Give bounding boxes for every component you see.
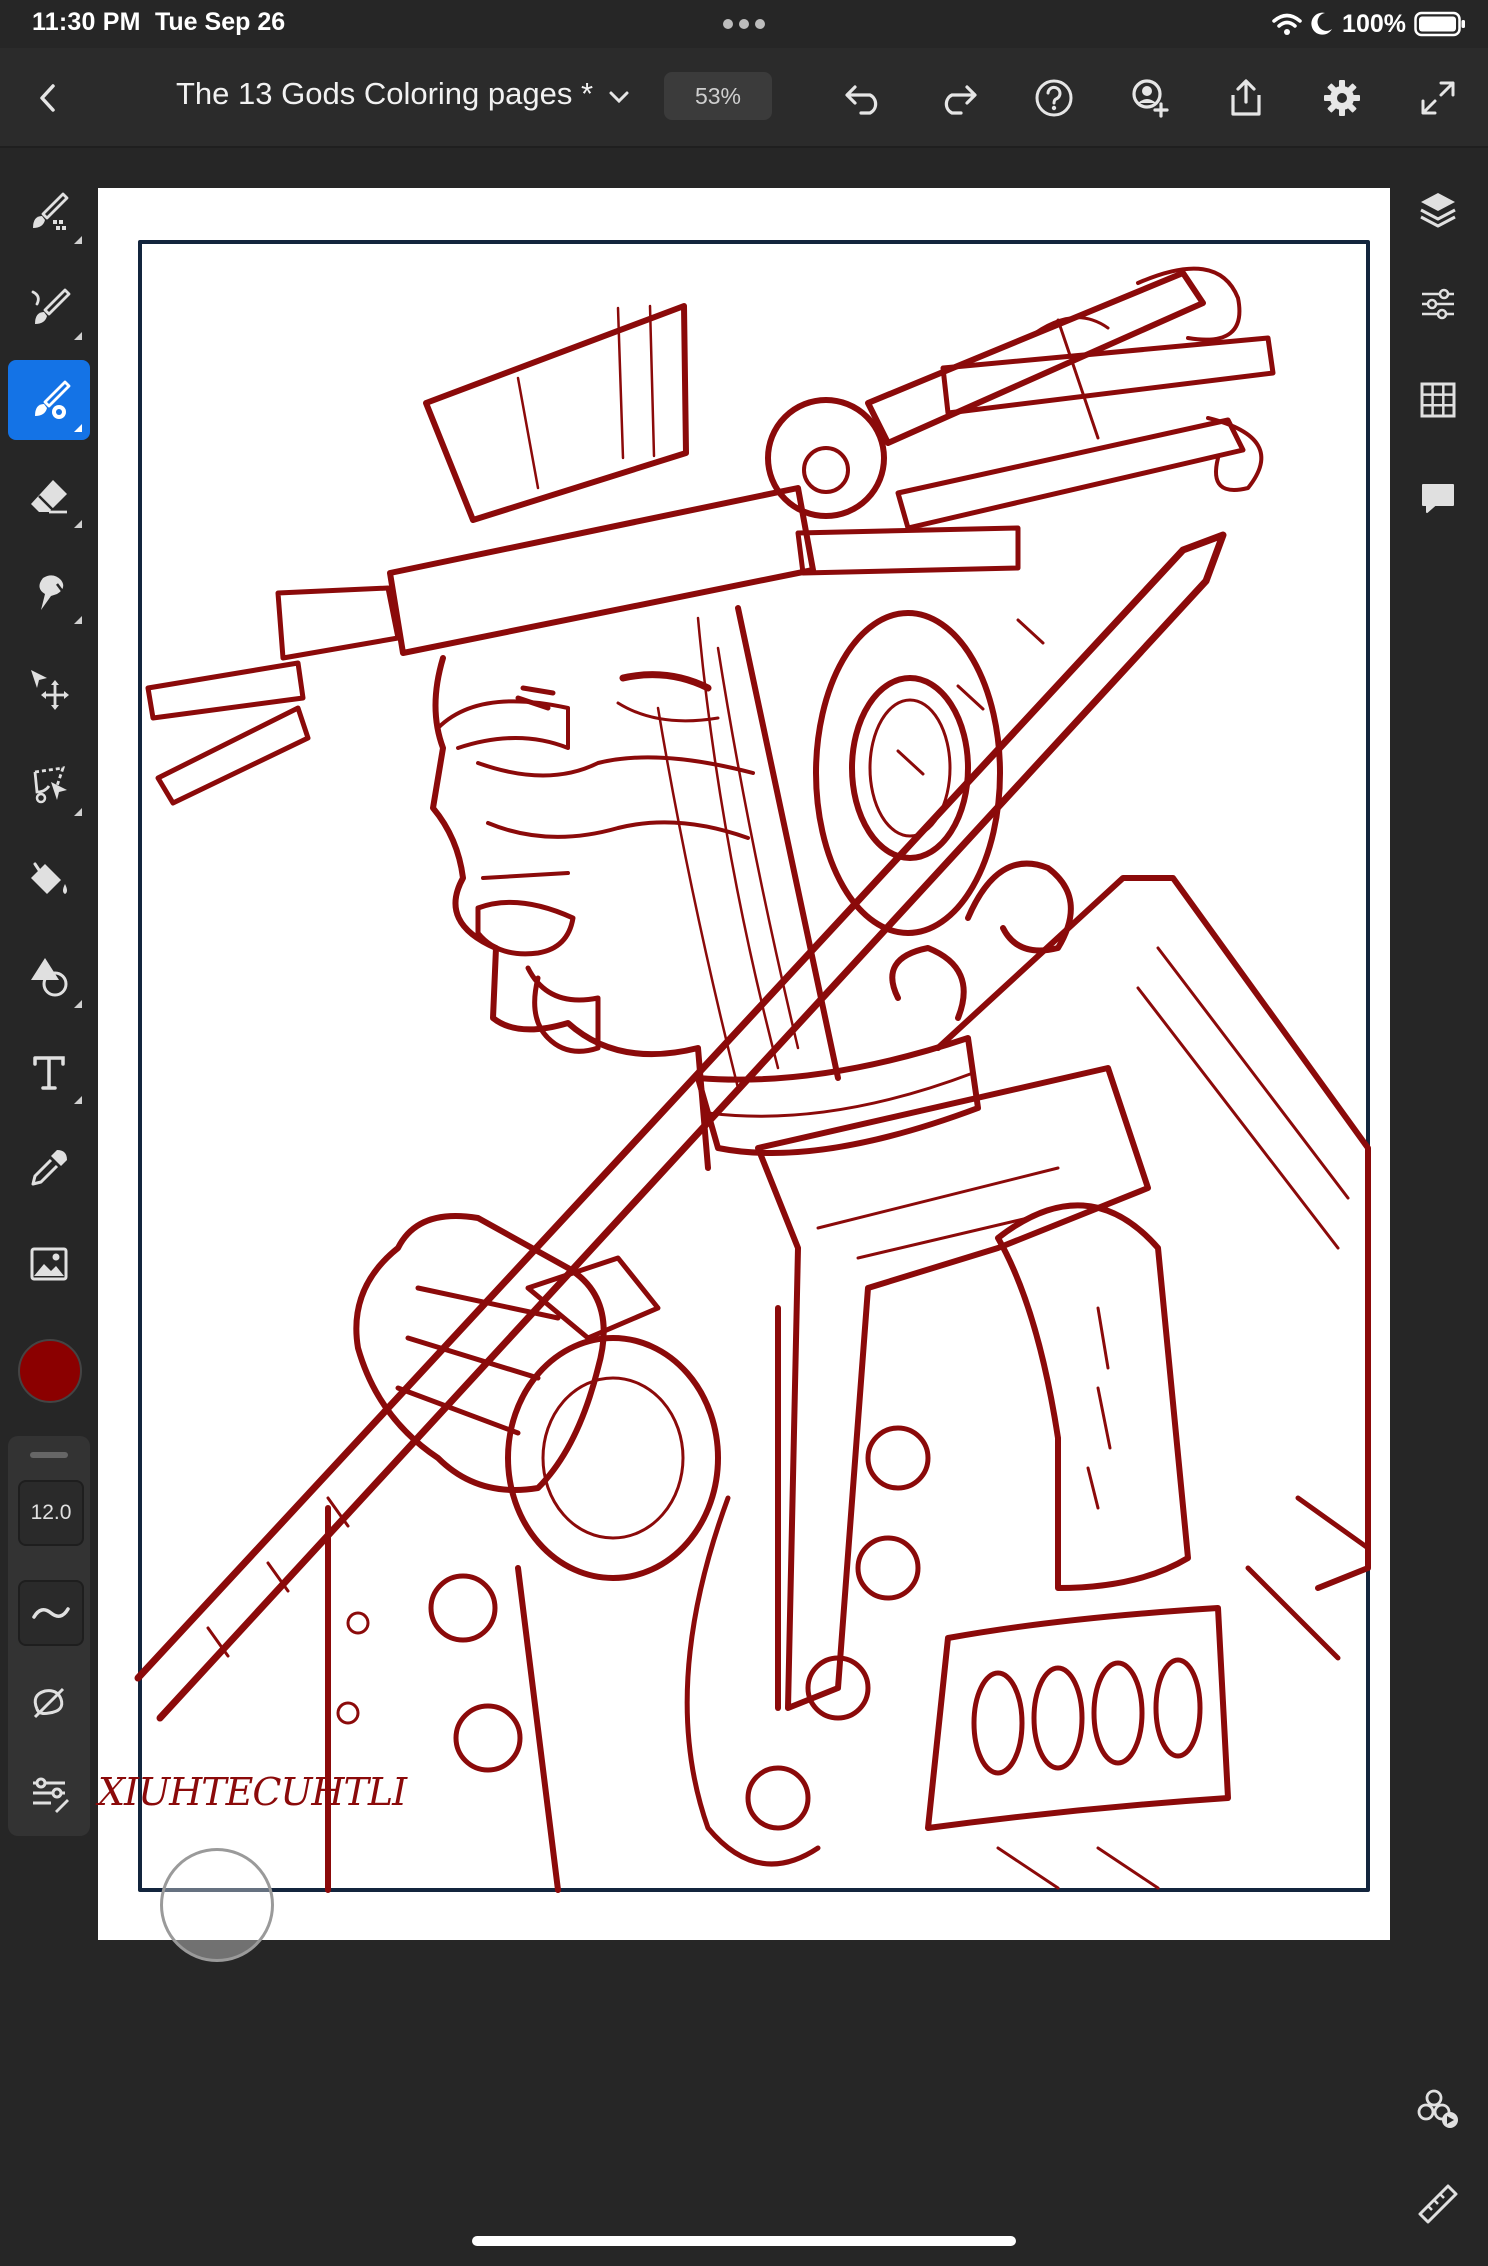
settings-gear-icon[interactable] — [1316, 72, 1368, 124]
status-date: Tue Sep 26 — [155, 8, 286, 36]
adjustments-icon[interactable] — [1400, 266, 1476, 342]
document-title[interactable]: The 13 Gods Coloring pages * — [176, 76, 593, 112]
place-image-icon[interactable] — [8, 1224, 90, 1304]
current-color-swatch[interactable] — [18, 1339, 82, 1403]
status-time: 11:30 PM — [32, 8, 141, 36]
artboard[interactable]: XIUHTECUHTLI — [98, 188, 1390, 1940]
cloud-share-icon[interactable] — [1400, 2070, 1476, 2146]
back-chevron-icon[interactable] — [20, 72, 76, 124]
wifi-icon — [1272, 13, 1302, 35]
moon-icon — [1311, 12, 1333, 35]
top-toolbar: The 13 Gods Coloring pages * 53% — [0, 48, 1488, 148]
share-icon[interactable] — [1220, 72, 1272, 124]
layers-icon[interactable] — [1400, 172, 1476, 248]
move-tool-icon[interactable] — [8, 648, 90, 728]
redo-icon[interactable] — [932, 72, 984, 124]
touch-indicator-circle — [160, 1848, 274, 1962]
battery-icon — [1414, 11, 1465, 37]
brush-settings-icon[interactable] — [18, 1762, 80, 1824]
eraser-tool-icon[interactable] — [8, 456, 90, 536]
grid-icon[interactable] — [1400, 362, 1476, 438]
battery-percent: 100% — [1342, 9, 1406, 38]
paint-bucket-icon[interactable] — [8, 840, 90, 920]
smudge-tool-icon[interactable] — [8, 552, 90, 632]
line-art-illustration — [134, 240, 1371, 1893]
multitasking-dots-icon[interactable] — [722, 14, 766, 34]
ruler-icon[interactable] — [1400, 2166, 1476, 2242]
comment-icon[interactable] — [1400, 460, 1476, 536]
lasso-select-icon[interactable] — [8, 744, 90, 824]
type-tool-icon[interactable] — [8, 1032, 90, 1112]
brush-size-value[interactable]: 12.0 — [18, 1480, 84, 1546]
brush-settings-panel: 12.0 — [8, 1436, 90, 1836]
title-dropdown-icon[interactable] — [600, 78, 638, 116]
smoothing-icon[interactable] — [18, 1580, 84, 1646]
predictive-stroke-icon[interactable] — [18, 1672, 80, 1734]
status-bar: 11:30 PM Tue Sep 26 100% — [0, 0, 1488, 48]
status-right: 100% — [1272, 6, 1466, 42]
help-icon[interactable] — [1028, 72, 1080, 124]
mixer-brush-tool-icon[interactable] — [8, 360, 90, 440]
zoom-level[interactable]: 53% — [664, 72, 772, 120]
shape-tool-icon[interactable] — [8, 936, 90, 1016]
home-indicator[interactable] — [472, 2236, 1016, 2246]
undo-icon[interactable] — [838, 72, 890, 124]
paint-brush-tool-icon[interactable] — [8, 268, 90, 348]
signature-text: XIUHTECUHTLI — [98, 1770, 407, 1814]
fullscreen-icon[interactable] — [1412, 72, 1464, 124]
brush-tool-icon[interactable] — [8, 172, 90, 252]
eyedropper-icon[interactable] — [8, 1128, 90, 1208]
invite-user-icon[interactable] — [1124, 72, 1176, 124]
panel-drag-handle[interactable] — [30, 1452, 68, 1458]
